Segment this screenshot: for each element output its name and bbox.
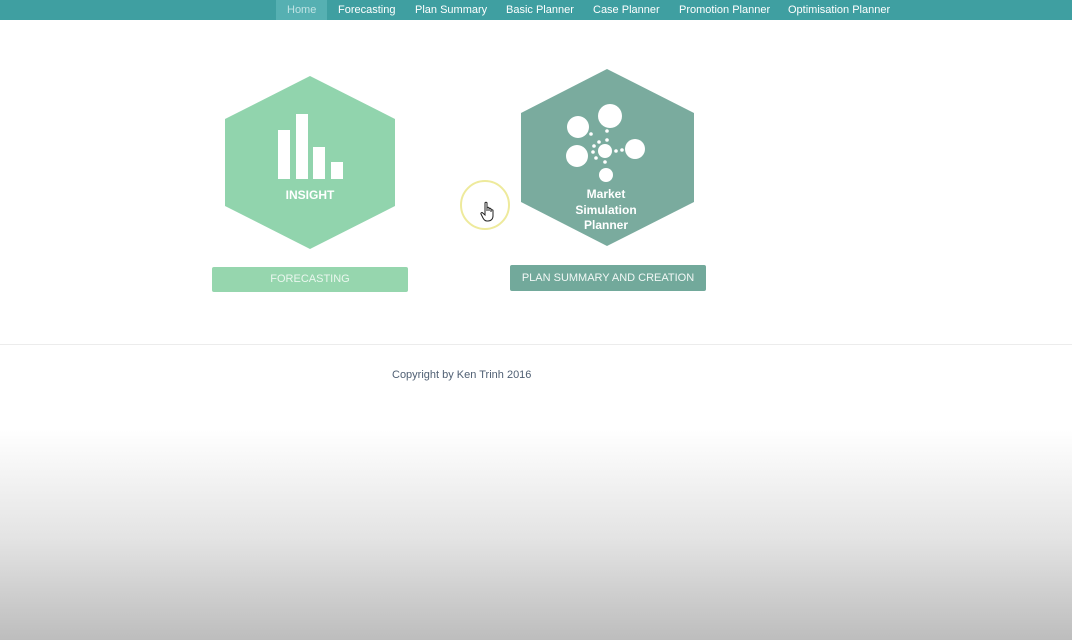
nav-case-planner[interactable]: Case Planner [593,0,660,20]
nav-promotion-planner[interactable]: Promotion Planner [679,0,770,20]
copyright-text: Copyright by Ken Trinh 2016 [392,369,532,381]
insight-title: INSIGHT [285,188,335,202]
footer-divider [0,344,1072,345]
market-title-line-2: Simulation [575,202,637,217]
market-title-line-3: Planner [583,218,628,232]
forecasting-button[interactable]: FORECASTING [212,267,408,292]
nav-plan-summary[interactable]: Plan Summary [415,0,487,20]
plan-summary-and-creation-button[interactable]: PLAN SUMMARY AND CREATION [510,265,706,291]
market-title-line-1: Market [586,187,626,201]
insight-hexagon-tile[interactable] [224,76,396,250]
nav-basic-planner[interactable]: Basic Planner [506,0,574,20]
nav-home[interactable]: Home [276,0,328,20]
market-simulation-title: Market Simulation Planner [560,187,652,234]
nav-forecasting[interactable]: Forecasting [338,0,395,20]
top-navbar: Home Forecasting Plan Summary Basic Plan… [0,0,1072,20]
pointer-hand-icon [480,201,494,222]
nav-optimisation-planner[interactable]: Optimisation Planner [788,0,890,20]
